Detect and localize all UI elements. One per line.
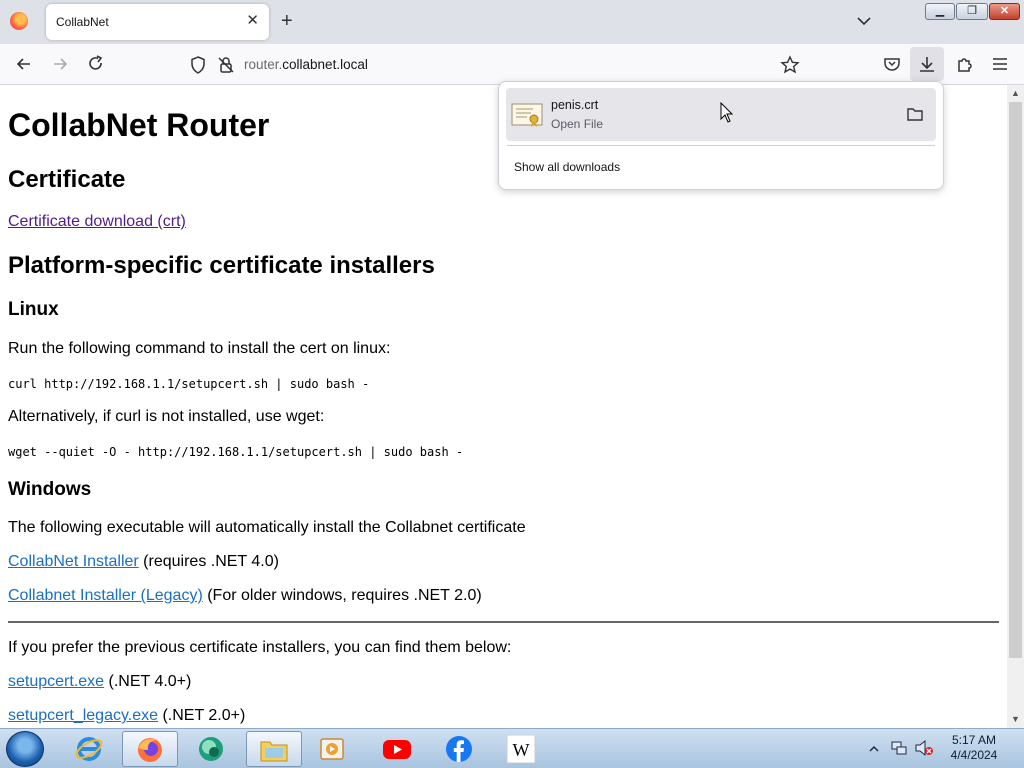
scroll-down-arrow-icon[interactable]: ▼ — [1007, 711, 1024, 728]
green-bubble-app-icon — [199, 737, 223, 761]
restore-button[interactable]: ❐ — [956, 3, 988, 20]
extensions-puzzle-icon[interactable] — [955, 54, 975, 74]
url-text: router.collabnet.local — [244, 57, 368, 72]
taskbar-file-explorer[interactable] — [246, 731, 302, 767]
windows-heading: Windows — [8, 479, 92, 500]
windows-taskbar: W 5:17 AM 4/4/2024 — [0, 728, 1024, 768]
media-player-icon — [320, 738, 344, 760]
navigation-toolbar: router.collabnet.local — [0, 44, 1024, 85]
installer-legacy-requirement: (For older windows, requires .NET 2.0) — [202, 587, 482, 604]
clock-time: 5:17 AM — [951, 733, 997, 747]
show-in-folder-icon[interactable] — [906, 105, 924, 123]
taskbar-app-green[interactable] — [184, 731, 240, 767]
installers-heading: Platform-specific certificate installers — [8, 252, 435, 279]
setupcert-requirement: (.NET 4.0+) — [104, 673, 192, 690]
previous-installers-text: If you prefer the previous certificate i… — [8, 639, 512, 656]
firefox-icon — [138, 738, 162, 762]
certificate-heading: Certificate — [8, 166, 126, 193]
svg-text:W: W — [513, 740, 530, 760]
page-scrollbar[interactable]: ▲ ▼ — [1007, 85, 1024, 728]
setupcert-legacy-exe-link[interactable]: setupcert_legacy.exe — [8, 707, 158, 724]
tab-title: CollabNet — [56, 15, 109, 29]
download-icon — [920, 57, 934, 72]
show-all-downloads-button[interactable]: Show all downloads — [514, 160, 620, 174]
minimize-button[interactable]: ▁ — [925, 3, 955, 20]
installer-legacy-line: Collabnet Installer (Legacy) (For older … — [8, 587, 482, 605]
taskbar-facebook[interactable] — [432, 731, 488, 767]
tab-strip: CollabNet ✕ + ▁ ❐ ✕ — [0, 0, 1024, 44]
pocket-icon[interactable] — [882, 54, 902, 74]
collabnet-installer-legacy-link[interactable]: Collabnet Installer (Legacy) — [8, 587, 203, 604]
setupcert-legacy-line: setupcert_legacy.exe (.NET 2.0+) — [8, 707, 245, 725]
tab-close-icon[interactable]: ✕ — [246, 12, 259, 30]
taskbar-internet-explorer[interactable] — [62, 731, 118, 767]
scroll-up-arrow-icon[interactable]: ▲ — [1007, 85, 1024, 102]
bookmark-star-icon[interactable] — [780, 55, 800, 75]
internet-explorer-icon — [75, 737, 103, 761]
network-icon[interactable] — [890, 739, 908, 757]
installer-requirement: (requires .NET 4.0) — [138, 553, 279, 570]
list-all-tabs-icon[interactable] — [854, 11, 874, 31]
url-bar[interactable]: router.collabnet.local — [180, 49, 810, 81]
taskbar-media-player[interactable] — [306, 731, 362, 767]
tab-collabnet[interactable]: CollabNet ✕ — [46, 4, 269, 40]
scrollbar-thumb[interactable] — [1009, 102, 1022, 658]
url-domain: collabnet.local — [282, 57, 368, 72]
curl-command: curl http://192.168.1.1/setupcert.sh | s… — [8, 377, 370, 391]
wget-command: wget --quiet -O - http://192.168.1.1/set… — [8, 445, 464, 459]
download-file-name: penis.crt — [551, 98, 599, 112]
section-divider — [8, 621, 999, 623]
taskbar-wikipedia[interactable]: W — [494, 731, 550, 767]
downloads-panel: penis.crt Open File Show all downloads — [498, 81, 944, 190]
hamburger-menu-icon[interactable] — [990, 54, 1010, 74]
linux-intro-text: Run the following command to install the… — [8, 340, 391, 357]
volume-muted-icon[interactable] — [914, 739, 934, 757]
start-button[interactable] — [6, 731, 44, 767]
taskbar-youtube[interactable] — [370, 731, 426, 767]
wikipedia-icon: W — [506, 735, 536, 763]
setupcert-line: setupcert.exe (.NET 4.0+) — [8, 673, 191, 691]
wget-intro-text: Alternatively, if curl is not installed,… — [8, 408, 325, 425]
tracking-protection-shield-icon[interactable] — [188, 55, 208, 75]
back-icon[interactable] — [14, 54, 34, 74]
taskbar-firefox[interactable] — [122, 731, 178, 767]
url-subdomain: router. — [244, 57, 283, 72]
windows-intro-text: The following executable will automatica… — [8, 519, 526, 536]
show-hidden-icons-icon[interactable] — [868, 743, 880, 755]
new-tab-button[interactable]: + — [281, 9, 293, 33]
mouse-cursor-icon — [720, 102, 734, 123]
downloads-button[interactable] — [910, 47, 944, 81]
reload-icon[interactable] — [86, 54, 106, 74]
facebook-icon — [446, 736, 472, 762]
certificate-download-link[interactable]: Certificate download (crt) — [8, 213, 186, 230]
download-status: Open File — [551, 117, 604, 131]
insecure-lock-icon[interactable] — [216, 55, 236, 75]
page-title: CollabNet Router — [8, 107, 270, 143]
system-clock[interactable]: 5:17 AM 4/4/2024 — [944, 733, 1004, 763]
setupcert-legacy-requirement: (.NET 2.0+) — [158, 707, 246, 724]
setupcert-exe-link[interactable]: setupcert.exe — [8, 673, 104, 690]
close-window-button[interactable]: ✕ — [989, 3, 1020, 20]
certificate-file-icon — [511, 103, 543, 127]
linux-heading: Linux — [8, 299, 59, 320]
youtube-icon — [383, 740, 411, 759]
forward-icon[interactable] — [50, 54, 70, 74]
clock-date: 4/4/2024 — [950, 748, 998, 762]
folder-icon — [260, 741, 288, 762]
installer-line: CollabNet Installer (requires .NET 4.0) — [8, 553, 279, 571]
collabnet-installer-link[interactable]: CollabNet Installer — [8, 553, 139, 570]
firefox-view-icon[interactable] — [10, 12, 28, 30]
panel-separator — [507, 145, 935, 146]
